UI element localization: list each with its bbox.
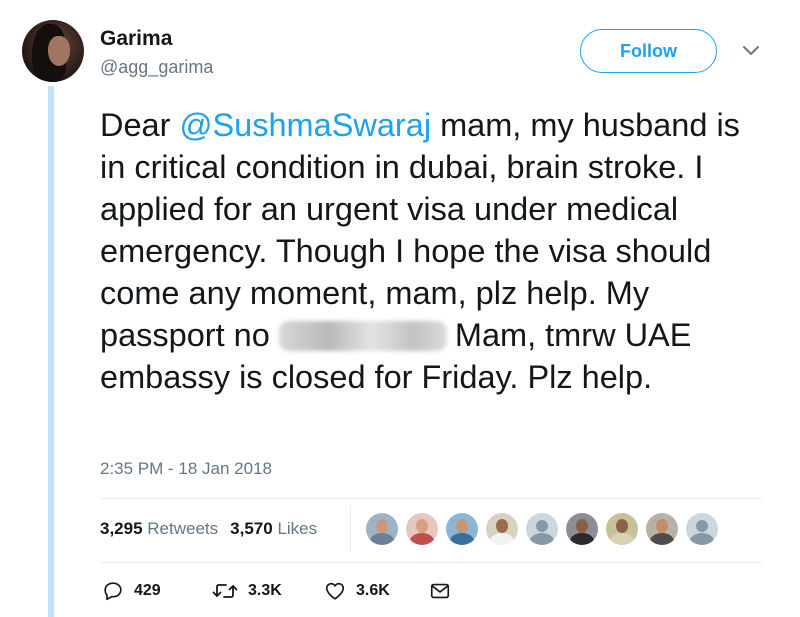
liker-avatar-head <box>616 519 628 533</box>
liker-avatar[interactable] <box>646 513 678 545</box>
liker-avatar-head <box>536 520 548 532</box>
liker-avatar-body <box>490 533 514 545</box>
liker-avatar-head <box>696 520 708 532</box>
envelope-icon <box>430 583 450 599</box>
liker-avatar-head <box>376 519 388 533</box>
like-count: 3.6K <box>356 582 390 599</box>
follow-button[interactable]: Follow <box>580 29 717 73</box>
liker-avatar[interactable] <box>526 513 558 545</box>
likes-count: 3,570 <box>230 519 273 538</box>
liked-by-avatars <box>366 513 718 545</box>
likes-label: Likes <box>277 519 318 538</box>
author-name[interactable]: Garima <box>100 27 172 51</box>
divider <box>100 498 762 499</box>
avatar-face <box>48 36 70 66</box>
liker-avatar-body <box>370 533 394 545</box>
author-handle[interactable]: @agg_garima <box>100 57 213 78</box>
like-action[interactable]: 3.6K <box>324 580 429 602</box>
liker-avatar-body <box>610 533 634 545</box>
reply-action[interactable]: 429 <box>102 580 212 602</box>
liker-avatar-body <box>650 533 674 545</box>
mention-link[interactable]: @SushmaSwaraj <box>179 107 431 143</box>
retweet-action[interactable]: 3.3K <box>212 580 324 602</box>
reply-icon <box>104 582 122 601</box>
tweet-text: Dear @SushmaSwaraj mam, my husband is in… <box>100 104 760 398</box>
retweet-icon <box>212 584 238 598</box>
tweet-timestamp[interactable]: 2:35 PM - 18 Jan 2018 <box>100 459 272 479</box>
reply-count: 429 <box>134 582 161 599</box>
divider <box>100 562 762 563</box>
liker-avatar-body <box>570 533 594 545</box>
heart-icon <box>325 582 345 600</box>
liker-avatar-head <box>576 519 588 533</box>
chevron-down-icon[interactable] <box>739 40 763 60</box>
retweets-stat[interactable]: 3,295 Retweets <box>100 519 218 539</box>
tweet-stats: 3,295 Retweets 3,570 Likes <box>100 519 317 539</box>
author-avatar[interactable] <box>22 20 84 82</box>
direct-message-action[interactable] <box>429 580 451 602</box>
liker-avatar-head <box>456 519 468 533</box>
liker-avatar-body <box>530 533 554 545</box>
tweet-text-part: Dear <box>100 107 180 143</box>
liker-avatar[interactable] <box>486 513 518 545</box>
liker-avatar[interactable] <box>446 513 478 545</box>
tweet-actions: 429 3.3K 3.6K <box>102 580 451 602</box>
stats-separator <box>350 506 351 552</box>
liker-avatar-body <box>690 533 714 545</box>
retweets-count: 3,295 <box>100 519 143 538</box>
liker-avatar-body <box>450 533 474 545</box>
redacted-passport-number <box>278 321 447 351</box>
liker-avatar-head <box>656 519 668 533</box>
liker-avatar-body <box>410 533 434 545</box>
thread-line <box>48 86 54 617</box>
liker-avatar[interactable] <box>566 513 598 545</box>
liker-avatar-head <box>496 519 508 533</box>
retweets-label: Retweets <box>147 519 219 538</box>
retweet-count: 3.3K <box>248 582 282 599</box>
liker-avatar[interactable] <box>366 513 398 545</box>
liker-avatar-head <box>416 519 428 533</box>
liker-avatar[interactable] <box>686 513 718 545</box>
likes-stat[interactable]: 3,570 Likes <box>230 519 317 539</box>
liker-avatar[interactable] <box>406 513 438 545</box>
liker-avatar[interactable] <box>606 513 638 545</box>
